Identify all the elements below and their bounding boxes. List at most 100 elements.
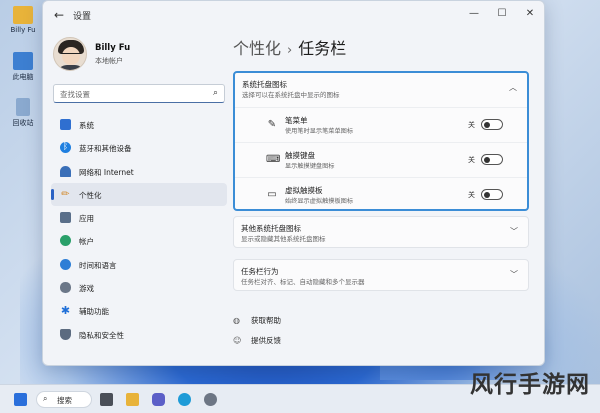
desktop-icon-user-folder[interactable]: Billy Fu bbox=[6, 6, 40, 34]
sidebar-item-personalization[interactable]: ✏ 个性化 bbox=[51, 182, 227, 207]
search-input[interactable]: 查找设置 ⌕ bbox=[53, 84, 225, 103]
link-label: 获取帮助 bbox=[251, 316, 281, 325]
active-indicator bbox=[51, 188, 54, 200]
feedback-icon: ☺ bbox=[233, 336, 242, 345]
desktop-icon-this-pc[interactable]: 此电脑 bbox=[6, 52, 40, 82]
desktop-icon-label: 此电脑 bbox=[12, 73, 34, 81]
tray-icons-header[interactable]: 系统托盘图标 选择可以在系统托盘中显示的图标 ︿ bbox=[235, 73, 527, 103]
toggle-knob bbox=[484, 191, 490, 198]
watermark: 风行手游网 bbox=[470, 372, 590, 398]
user-profile[interactable]: Billy Fu 本地帐户 bbox=[53, 37, 233, 77]
sidebar-item-label: 帐户 bbox=[79, 237, 94, 247]
sidebar-nav: 系统 ᛒ 蓝牙和其他设备 网络和 Internet ✏ 个性化 应用 帐户 时间… bbox=[51, 113, 227, 346]
start-icon[interactable] bbox=[14, 393, 27, 406]
taskbar-search[interactable]: ⌕ 搜索 bbox=[36, 391, 92, 408]
give-feedback-link[interactable]: ☺ 提供反馈 bbox=[233, 335, 281, 346]
sidebar-item-system[interactable]: 系统 bbox=[51, 113, 227, 136]
sidebar-item-label: 游戏 bbox=[79, 284, 94, 294]
sidebar-item-label: 网络和 Internet bbox=[79, 167, 134, 177]
wifi-icon bbox=[60, 165, 71, 177]
setting-title: 笔菜单 bbox=[285, 116, 308, 125]
section-subtitle: 显示或隐藏其他系统托盘图标 bbox=[241, 235, 326, 243]
sidebar-item-label: 应用 bbox=[79, 214, 94, 224]
desktop-icon-label: Billy Fu bbox=[10, 26, 36, 34]
toggle-knob bbox=[484, 121, 490, 128]
toggle-state-label: 关 bbox=[468, 156, 475, 164]
setting-row-virtual-touchpad: ▭ 虚拟触摸板 始终显示虚拟触摸板图标 关 bbox=[235, 177, 527, 213]
sidebar-item-gaming[interactable]: 游戏 bbox=[51, 276, 227, 299]
toggle-knob bbox=[484, 156, 490, 163]
chat-icon[interactable] bbox=[152, 393, 165, 406]
setting-subtitle: 使用笔时显示笔菜单图标 bbox=[285, 128, 354, 135]
sidebar-item-accessibility[interactable]: ✱ 辅助功能 bbox=[51, 299, 227, 322]
recycle-bin-icon bbox=[16, 98, 30, 116]
bluetooth-icon: ᛒ bbox=[60, 142, 71, 154]
pen-icon: ✎ bbox=[267, 119, 277, 130]
sidebar-item-network[interactable]: 网络和 Internet bbox=[51, 160, 227, 183]
other-tray-icons-section[interactable]: 其他系统托盘图标 显示或隐藏其他系统托盘图标 ﹀ bbox=[233, 216, 529, 248]
sidebar-item-label: 隐私和安全性 bbox=[79, 330, 124, 340]
touchpad-icon: ▭ bbox=[267, 189, 277, 200]
user-name: Billy Fu bbox=[95, 43, 131, 53]
page-title: 任务栏 bbox=[298, 39, 347, 58]
sidebar-item-label: 个性化 bbox=[79, 190, 102, 200]
edge-icon[interactable] bbox=[178, 393, 191, 406]
settings-icon[interactable] bbox=[204, 393, 217, 406]
gamepad-icon bbox=[60, 282, 71, 294]
apps-icon bbox=[60, 212, 71, 224]
chevron-down-icon: ﹀ bbox=[510, 270, 518, 279]
folder-icon bbox=[13, 6, 33, 24]
task-view-icon[interactable] bbox=[100, 393, 113, 406]
display-icon bbox=[60, 119, 71, 130]
search-icon: ⌕ bbox=[43, 394, 48, 403]
avatar bbox=[53, 37, 87, 71]
sidebar-item-label: 蓝牙和其他设备 bbox=[79, 144, 132, 154]
close-button[interactable]: ✕ bbox=[519, 5, 541, 23]
virtual-touchpad-toggle[interactable] bbox=[481, 189, 503, 200]
sidebar-item-apps[interactable]: 应用 bbox=[51, 206, 227, 229]
link-label: 提供反馈 bbox=[251, 336, 281, 345]
touch-keyboard-toggle[interactable] bbox=[481, 154, 503, 165]
account-type: 本地帐户 bbox=[95, 57, 123, 65]
toggle-state-label: 关 bbox=[468, 121, 475, 129]
sidebar-item-bluetooth[interactable]: ᛒ 蓝牙和其他设备 bbox=[51, 136, 227, 159]
computer-icon bbox=[13, 52, 33, 70]
taskbar-search-label: 搜索 bbox=[57, 396, 72, 405]
minimize-button[interactable]: — bbox=[463, 5, 485, 23]
title-bar: ← 设置 — ☐ ✕ bbox=[43, 1, 544, 29]
setting-subtitle: 始终显示虚拟触摸板图标 bbox=[285, 198, 354, 205]
setting-row-pen-menu: ✎ 笔菜单 使用笔时显示笔菜单图标 关 bbox=[235, 107, 527, 143]
search-icon: ⌕ bbox=[212, 88, 218, 98]
globe-clock-icon bbox=[60, 258, 71, 270]
search-placeholder: 查找设置 bbox=[60, 90, 90, 99]
toggle-state-label: 关 bbox=[468, 191, 475, 199]
setting-title: 虚拟触摸板 bbox=[285, 186, 323, 195]
setting-subtitle: 显示触摸键盘图标 bbox=[285, 163, 335, 170]
sidebar-item-privacy[interactable]: 隐私和安全性 bbox=[51, 323, 227, 346]
breadcrumb-parent[interactable]: 个性化 bbox=[233, 39, 281, 58]
back-button[interactable]: ← bbox=[51, 7, 67, 23]
sidebar-item-accounts[interactable]: 帐户 bbox=[51, 229, 227, 252]
window-title: 设置 bbox=[73, 12, 92, 22]
accessibility-icon: ✱ bbox=[60, 304, 71, 318]
breadcrumb-separator: › bbox=[287, 43, 293, 58]
person-icon bbox=[60, 235, 71, 247]
setting-title: 触摸键盘 bbox=[285, 151, 315, 160]
maximize-button[interactable]: ☐ bbox=[491, 5, 513, 23]
settings-window: ← 设置 — ☐ ✕ Billy Fu 本地帐户 查找设置 ⌕ 系统 ᛒ 蓝牙和… bbox=[42, 0, 545, 366]
sidebar-item-time-language[interactable]: 时间和语言 bbox=[51, 253, 227, 276]
sidebar-item-label: 辅助功能 bbox=[79, 307, 109, 317]
desktop-icon-recycle-bin[interactable]: 回收站 bbox=[6, 98, 40, 128]
file-explorer-icon[interactable] bbox=[126, 393, 139, 406]
get-help-link[interactable]: ◍ 获取帮助 bbox=[233, 315, 281, 326]
shield-icon bbox=[60, 328, 71, 340]
chevron-down-icon: ﹀ bbox=[510, 227, 518, 236]
brush-icon: ✏ bbox=[61, 188, 70, 200]
chevron-up-icon: ︿ bbox=[509, 83, 517, 92]
sidebar-item-label: 时间和语言 bbox=[79, 260, 117, 270]
help-icon: ◍ bbox=[233, 316, 240, 325]
pen-menu-toggle[interactable] bbox=[481, 119, 503, 130]
sidebar-item-label: 系统 bbox=[79, 121, 94, 130]
taskbar-behaviors-section[interactable]: 任务栏行为 任务栏对齐、标记、自动隐藏和多个显示器 ﹀ bbox=[233, 259, 529, 291]
tray-icons-section: 系统托盘图标 选择可以在系统托盘中显示的图标 ︿ ✎ 笔菜单 使用笔时显示笔菜单… bbox=[233, 71, 529, 211]
